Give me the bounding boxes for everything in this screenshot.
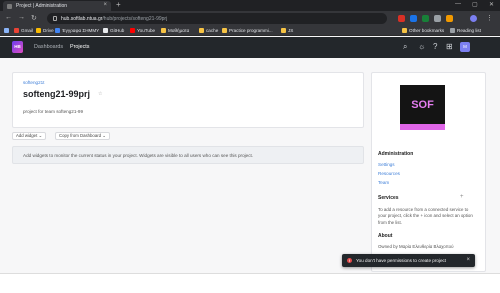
search-icon[interactable]: ⌕ — [403, 43, 407, 51]
project-description: project for team softeng21-99 — [23, 109, 84, 114]
tab-title: Project | Administration — [16, 3, 68, 9]
copy-from-dashboard-button[interactable]: Copy from Dashboard ⌄ — [55, 132, 110, 140]
bookmarks-bar: Gmail Drive Έγγραφα ΣΗΜΜΥ GitHub YouTube… — [0, 26, 500, 36]
page-title: softeng21-99prj — [23, 89, 91, 99]
close-window-icon[interactable]: ✕ — [489, 1, 494, 8]
extension-icon[interactable] — [398, 15, 405, 22]
extension-icon[interactable] — [422, 15, 429, 22]
extension-icon[interactable] — [410, 15, 417, 22]
bookmark-youtube[interactable]: YouTube — [130, 28, 155, 33]
bookmark-eggrafa[interactable]: Έγγραφα ΣΗΜΜΥ — [55, 28, 99, 33]
settings-icon[interactable]: ? — [433, 43, 437, 51]
extension-icon[interactable] — [434, 15, 441, 22]
new-tab-button[interactable]: + — [116, 0, 121, 9]
team-link[interactable]: Team — [378, 180, 389, 185]
add-widget-button[interactable]: Add widget ⌄ — [12, 132, 47, 140]
browser-tab[interactable]: Project | Administration × — [3, 1, 111, 11]
bookmark-cache[interactable]: cache — [199, 28, 218, 33]
browser-tab-bar: Project | Administration × + — ▢ ✕ — [0, 0, 500, 11]
nav-dashboards[interactable]: Dashboards — [34, 44, 63, 50]
bookmark-other[interactable]: Other bookmarks — [402, 28, 444, 33]
administration-heading: Administration — [378, 151, 414, 157]
favicon-icon — [7, 3, 12, 9]
minimize-icon[interactable]: — — [455, 1, 461, 7]
bookmark-mathimata[interactable]: Μαθήματα — [161, 28, 189, 33]
owned-by-text: Owned by Μαρία Ελευθερία Βλαχοπού — [378, 244, 454, 249]
address-bar-row: ← → ↻ hub.softlab.ntua.gr/hub/projects/s… — [0, 11, 500, 26]
reload-icon[interactable]: ↻ — [31, 14, 37, 22]
project-logo: SOF — [400, 85, 445, 130]
back-icon[interactable]: ← — [5, 14, 12, 21]
bookmark-apps-icon[interactable] — [4, 28, 11, 33]
add-service-icon[interactable]: + — [460, 194, 464, 200]
nav-projects[interactable]: Projects — [70, 44, 89, 50]
hub-logo[interactable]: HB — [12, 41, 23, 53]
bookmark-js[interactable]: JS — [281, 28, 293, 33]
bookmark-gmail[interactable]: Gmail — [14, 28, 33, 33]
url-text: hub.softlab.ntua.gr/hub/projects/softeng… — [61, 15, 168, 22]
error-icon: ! — [347, 258, 352, 263]
bookmark-drive[interactable]: Drive — [36, 28, 54, 33]
project-header-card: softeng21t softeng21-99prj ☆ project for… — [12, 72, 364, 128]
help-icon[interactable]: ☼ — [418, 43, 425, 51]
url-input[interactable]: hub.softlab.ntua.gr/hub/projects/softeng… — [47, 13, 387, 24]
empty-dashboard-hint: Add widgets to monitor the current statu… — [12, 146, 364, 164]
bottom-blank-area — [0, 273, 500, 293]
close-icon[interactable]: × — [466, 257, 470, 263]
star-icon[interactable]: ☆ — [98, 91, 102, 97]
settings-link[interactable]: Settings — [378, 162, 395, 167]
about-heading: About — [378, 233, 393, 239]
forward-icon[interactable]: → — [18, 14, 25, 21]
profile-icon[interactable] — [470, 15, 477, 22]
avatar[interactable]: M — [460, 42, 470, 52]
services-heading: Services — [378, 195, 399, 201]
project-sidebar: SOF Administration Settings Resources Te… — [371, 72, 486, 272]
breadcrumb[interactable]: softeng21t — [23, 80, 44, 85]
apps-icon[interactable]: ⊞ — [446, 43, 453, 51]
services-description: To add a resource from a connected servi… — [378, 207, 473, 225]
bookmark-practice[interactable]: Practice programmi... — [222, 28, 273, 33]
lock-icon — [53, 16, 57, 21]
error-toast: ! You don't have permissions to create p… — [342, 254, 475, 267]
bookmark-reading-list[interactable]: Reading list — [450, 28, 481, 33]
toast-message: You don't have permissions to create pro… — [356, 258, 447, 263]
maximize-icon[interactable]: ▢ — [472, 1, 478, 8]
extension-icon[interactable] — [446, 15, 453, 22]
menu-icon[interactable]: ⋮ — [486, 14, 493, 22]
app-header: HB Dashboards Projects ⌕ ☼ ? ⊞ M — [0, 37, 500, 58]
resources-link[interactable]: Resources — [378, 171, 400, 176]
tab-close-icon[interactable]: × — [103, 2, 107, 8]
bookmark-github[interactable]: GitHub — [103, 28, 124, 33]
